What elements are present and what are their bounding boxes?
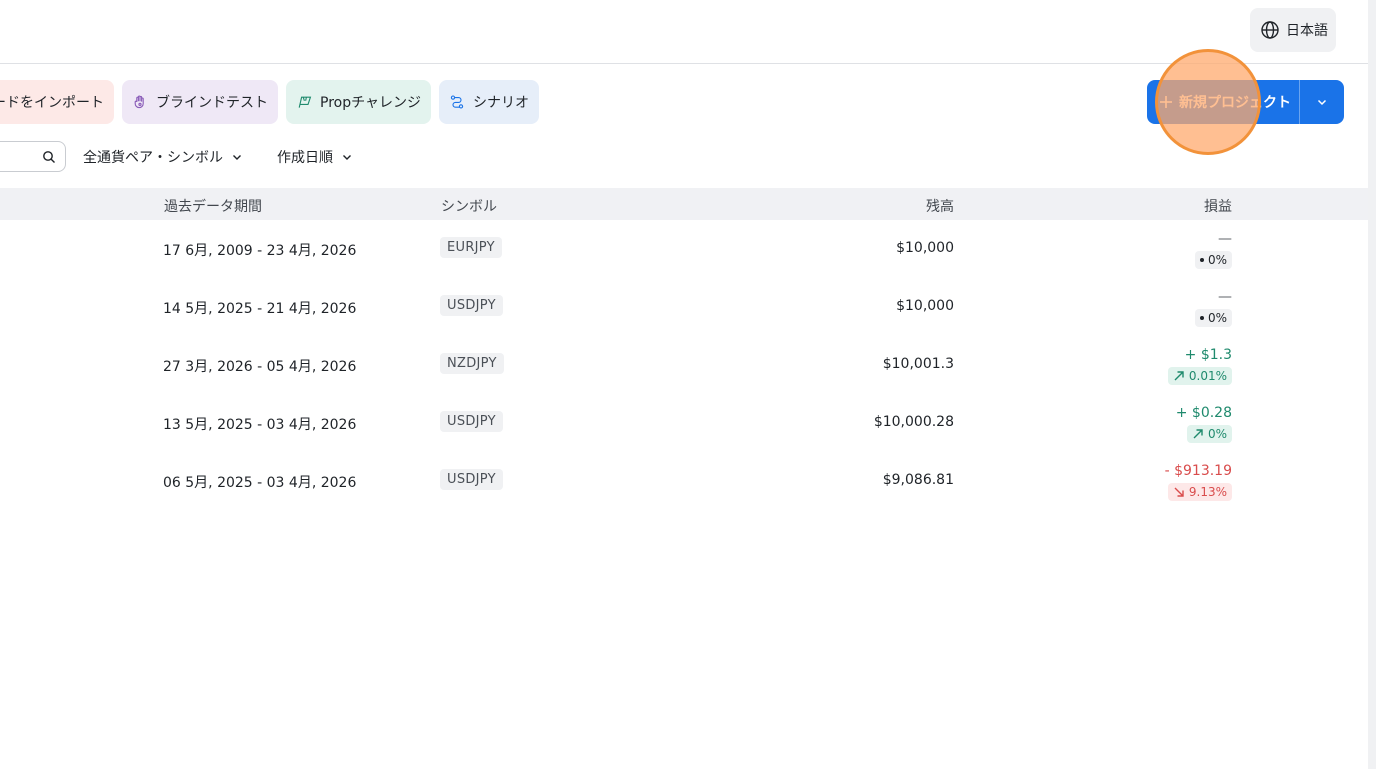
pnl-percent-badge: 0%	[1194, 309, 1232, 327]
pnl-percent-badge: 0.01%	[1167, 367, 1232, 385]
header-pnl: 損益	[1204, 199, 1232, 215]
period-cell: 13 5月, 2025 - 03 4月, 2026	[163, 417, 357, 433]
page: 日本語 ードをインポート ブラインドテスト Propチャレンジ シナリオ 新規プ…	[0, 0, 1376, 769]
flag-icon	[298, 96, 312, 108]
period-cell: 17 6月, 2009 - 23 4月, 2026	[163, 243, 357, 259]
pnl-value: —	[1218, 289, 1232, 305]
plus-icon	[1160, 96, 1172, 108]
sort-dropdown[interactable]: 作成日順	[277, 141, 353, 172]
table-row[interactable]: 17 6月, 2009 - 23 4月, 2026 EURJPY $10,000…	[0, 220, 1368, 278]
search-input[interactable]	[0, 141, 66, 172]
globe-icon	[1261, 21, 1279, 39]
scenario-label: シナリオ	[473, 95, 529, 111]
scenario-button[interactable]: シナリオ	[439, 80, 539, 124]
period-cell: 06 5月, 2025 - 03 4月, 2026	[163, 475, 357, 491]
header-period: 過去データ期間	[164, 199, 262, 215]
pnl-cell: — 0%	[1194, 231, 1232, 269]
scrollbar-track[interactable]	[1368, 0, 1376, 769]
pnl-percent: 0%	[1207, 427, 1227, 441]
pnl-percent-badge: 0%	[1194, 251, 1232, 269]
period-cell: 27 3月, 2026 - 05 4月, 2026	[163, 359, 357, 375]
pnl-value: + $1.3	[1184, 347, 1232, 363]
blind-test-label: ブラインドテスト	[156, 95, 268, 111]
new-project-button[interactable]: 新規プロジェクト	[1147, 80, 1299, 124]
pnl-value: + $0.28	[1175, 405, 1232, 421]
pair-filter-dropdown[interactable]: 全通貨ペア・シンボル	[83, 141, 243, 172]
neutral-dot-icon	[1199, 258, 1204, 262]
symbol-badge: EURJPY	[440, 237, 502, 258]
import-button[interactable]: ードをインポート	[0, 80, 114, 124]
header-balance: 残高	[926, 199, 954, 215]
neutral-dot-icon	[1199, 316, 1204, 320]
balance-cell: $10,000	[896, 298, 954, 314]
header-symbol: シンボル	[441, 199, 497, 215]
pair-filter-label: 全通貨ペア・シンボル	[83, 149, 223, 166]
trend-down-icon	[1174, 487, 1184, 497]
balance-cell: $10,001.3	[882, 356, 954, 372]
symbol-badge: USDJPY	[440, 469, 503, 490]
symbol-badge: USDJPY	[440, 295, 503, 316]
trend-up-icon	[1193, 429, 1203, 439]
import-label: ードをインポート	[0, 95, 104, 111]
table-row[interactable]: 14 5月, 2025 - 21 4月, 2026 USDJPY $10,000…	[0, 278, 1368, 336]
table-header: 過去データ期間 シンボル 残高 損益	[0, 188, 1368, 220]
pnl-cell: - $913.19 9.13%	[1165, 463, 1232, 501]
symbol-badge: NZDJPY	[440, 353, 504, 374]
table-row[interactable]: 13 5月, 2025 - 03 4月, 2026 USDJPY $10,000…	[0, 394, 1368, 452]
period-cell: 14 5月, 2025 - 21 4月, 2026	[163, 301, 357, 317]
pnl-value: - $913.19	[1164, 463, 1232, 479]
new-project-dropdown-button[interactable]	[1300, 80, 1344, 124]
prop-challenge-label: Propチャレンジ	[320, 95, 421, 111]
prop-challenge-button[interactable]: Propチャレンジ	[286, 80, 431, 124]
sort-label: 作成日順	[277, 149, 333, 166]
balance-cell: $9,086.81	[882, 472, 954, 488]
table-row[interactable]: 27 3月, 2026 - 05 4月, 2026 NZDJPY $10,001…	[0, 336, 1368, 394]
pnl-percent: 9.13%	[1188, 485, 1227, 499]
balance-cell: $10,000.28	[873, 414, 954, 430]
table-row[interactable]: 06 5月, 2025 - 03 4月, 2026 USDJPY $9,086.…	[0, 452, 1368, 510]
search-icon	[43, 150, 55, 163]
new-project-label: 新規プロジェクト	[1179, 95, 1291, 111]
new-project-split-button: 新規プロジェクト	[1147, 80, 1344, 124]
pnl-percent: 0%	[1207, 311, 1227, 325]
pnl-percent: 0.01%	[1188, 369, 1227, 383]
pnl-cell: + $0.28 0%	[1176, 405, 1232, 443]
language-button[interactable]: 日本語	[1250, 8, 1336, 52]
pnl-percent: 0%	[1207, 253, 1227, 267]
top-bar: 日本語	[0, 0, 1368, 64]
chevron-down-icon	[343, 154, 351, 160]
pnl-cell: — 0%	[1194, 289, 1232, 327]
symbol-badge: USDJPY	[440, 411, 503, 432]
route-icon	[450, 95, 464, 109]
trend-up-icon	[1174, 371, 1184, 381]
pnl-percent-badge: 0%	[1186, 425, 1232, 443]
pnl-value: —	[1218, 231, 1232, 247]
hand-icon	[134, 95, 144, 109]
language-label: 日本語	[1286, 23, 1328, 39]
chevron-down-icon	[233, 154, 241, 160]
pnl-cell: + $1.3 0.01%	[1167, 347, 1232, 385]
pnl-percent-badge: 9.13%	[1167, 483, 1232, 501]
blind-test-button[interactable]: ブラインドテスト	[122, 80, 278, 124]
chevron-down-icon	[1317, 99, 1327, 106]
balance-cell: $10,000	[896, 240, 954, 256]
